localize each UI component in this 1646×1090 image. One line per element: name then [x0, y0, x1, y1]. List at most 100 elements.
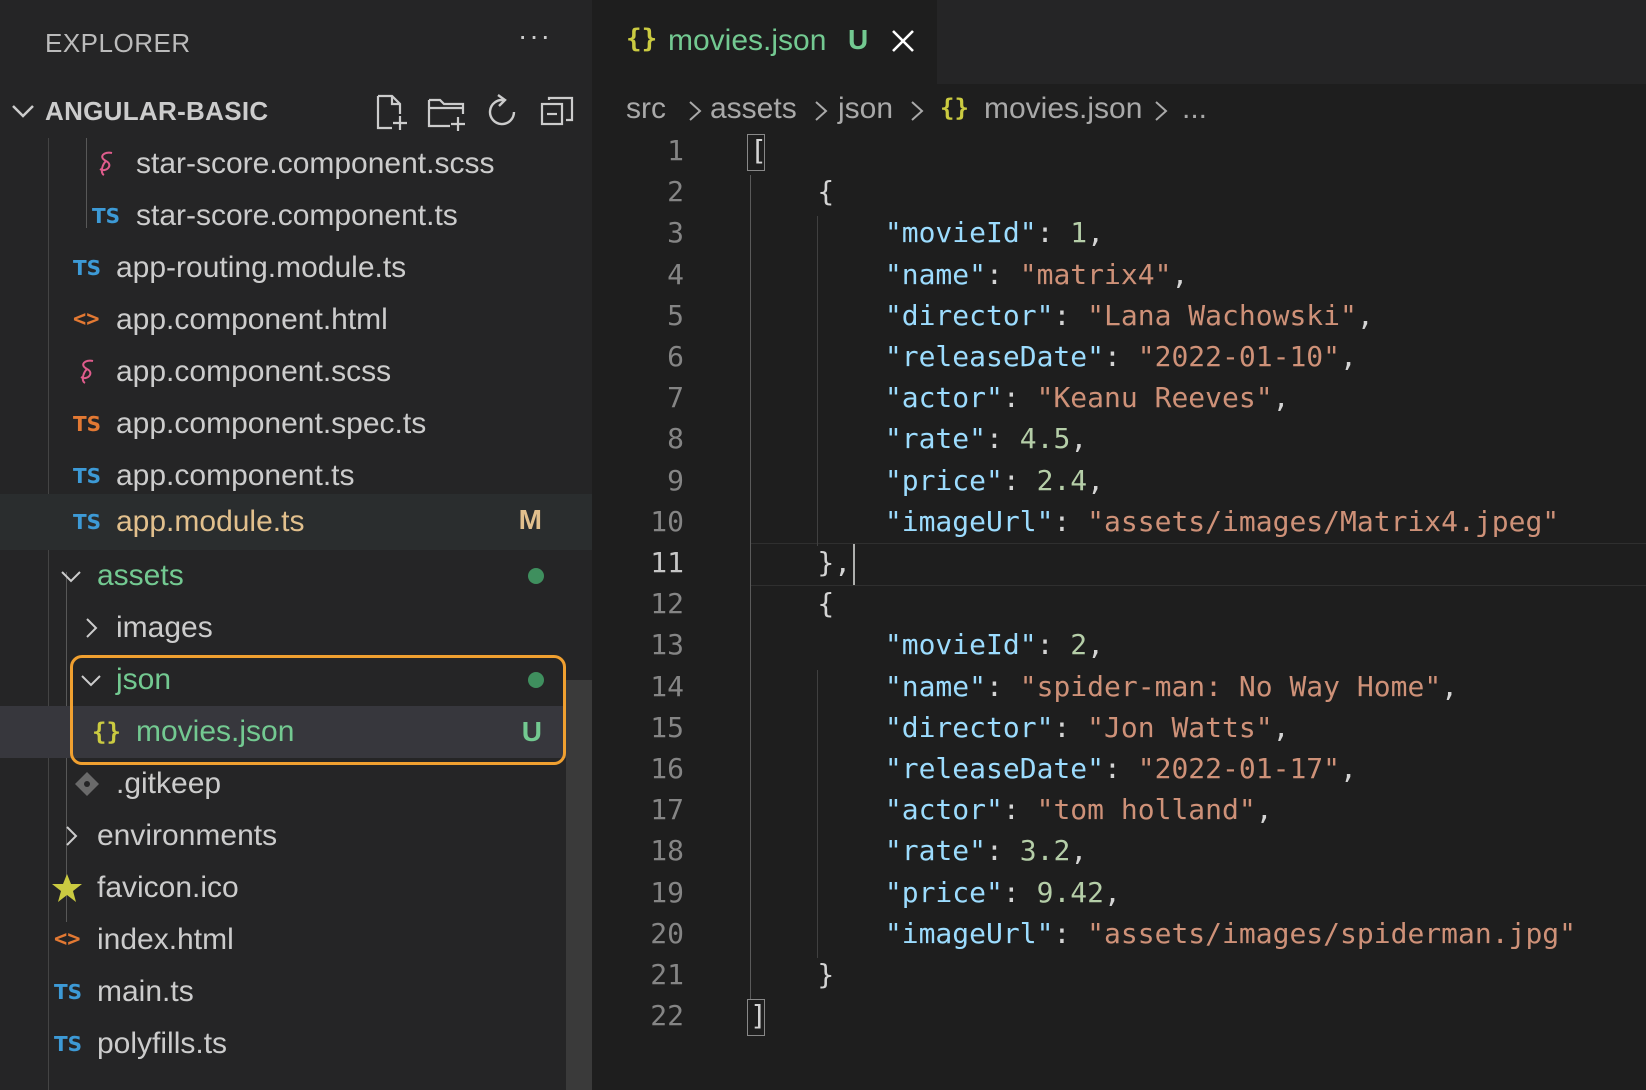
breadcrumb-item[interactable]: ...: [1182, 92, 1207, 126]
json-key: "rate": [884, 834, 987, 868]
tree-item-folder[interactable]: json: [0, 654, 592, 706]
chevron-right-icon: [86, 618, 98, 638]
json-key: "price": [884, 875, 1003, 909]
git-icon: [75, 772, 99, 796]
breadcrumb-item[interactable]: json: [838, 92, 893, 126]
json-key: "imageUrl": [884, 916, 1054, 950]
tab-movies-json[interactable]: {} movies.json U: [592, 0, 937, 84]
sidebar-scrollbar[interactable]: [566, 680, 592, 1090]
code-punctuation: :: [986, 422, 1020, 456]
code-punctuation: ,: [1070, 422, 1088, 456]
tree-item-label: index.html: [97, 923, 234, 956]
close-icon[interactable]: [888, 26, 918, 56]
line-number: 17: [650, 793, 684, 827]
tree-item-label: json: [116, 663, 172, 696]
code-punctuation: :: [1036, 628, 1071, 662]
code-punctuation: ,: [1340, 340, 1357, 373]
json-key: "actor": [884, 381, 1003, 415]
more-actions-button[interactable]: ···: [518, 20, 552, 52]
line-number: 13: [650, 628, 684, 662]
code-line: "name": "matrix4",: [750, 258, 1188, 291]
code-punctuation: :: [1002, 875, 1037, 909]
chevron-right-icon: [1155, 101, 1168, 121]
json-number: 9.42: [1036, 875, 1105, 909]
line-number: 3: [667, 216, 684, 250]
tree-item-label: main.ts: [97, 975, 194, 1008]
new-file-icon[interactable]: [370, 92, 410, 132]
line-number: 9: [667, 463, 684, 497]
code-punctuation: ,: [1340, 752, 1357, 785]
line-number: 21: [650, 958, 684, 991]
ts-icon: TS: [73, 256, 102, 280]
json-number: 2: [1070, 628, 1088, 662]
tree-item-file[interactable]: favicon.ico: [0, 862, 592, 914]
breadcrumb-item[interactable]: movies.json: [984, 92, 1142, 126]
tree-item-file[interactable]: TS polyfills.ts: [0, 1018, 592, 1070]
tree-item-file[interactable]: <> app.component.html: [0, 294, 592, 346]
code-punctuation: },: [750, 546, 852, 579]
chevron-right-icon: [66, 826, 78, 846]
json-string: "tom holland": [1036, 793, 1256, 827]
project-header[interactable]: ANGULAR-BASIC: [0, 84, 592, 138]
tree-item-label: app.component.html: [116, 303, 388, 336]
new-folder-icon[interactable]: [426, 92, 466, 132]
code-editor[interactable]: 1 2 3 4 5 6 7 8 9 10 11 12 13 14 15 16 17 18 19 20 21 22 [ { …: [592, 134, 1646, 1090]
chevron-right-icon: [815, 101, 828, 121]
code-line: "actor": "tom holland",: [750, 793, 1273, 826]
tree-item-folder[interactable]: images: [0, 602, 592, 654]
current-line-highlight: [750, 543, 1646, 587]
code-punctuation: ,: [1441, 669, 1459, 703]
json-key: "actor": [884, 793, 1003, 827]
json-key: "releaseDate": [884, 752, 1105, 785]
tab-label: movies.json: [668, 24, 827, 57]
indent-guide: [817, 669, 819, 958]
tree-item-label: app.component.ts: [116, 459, 355, 492]
code-line: "director": "Lana Wachowski",: [750, 299, 1374, 332]
tree-item-file-selected[interactable]: {} movies.json U: [0, 706, 592, 758]
ts-icon: TS: [73, 412, 102, 436]
ts-icon: TS: [73, 510, 102, 534]
line-number: 20: [650, 916, 684, 950]
tree-item-label: app-routing.module.ts: [116, 251, 407, 284]
html-icon: <>: [54, 927, 81, 952]
tree-item-folder[interactable]: assets: [0, 550, 592, 602]
code-punctuation: }: [750, 958, 835, 991]
ts-icon: TS: [73, 464, 102, 488]
json-icon: {}: [940, 94, 969, 122]
json-string: "assets/images/spiderman.jpg": [1087, 916, 1577, 950]
tree-item-file[interactable]: TS app.component.spec.ts: [0, 398, 592, 450]
tree-item-file[interactable]: star-score.component.scss: [0, 138, 592, 190]
refresh-icon[interactable]: [482, 92, 522, 132]
tree-item-file[interactable]: TS main.ts: [0, 966, 592, 1018]
git-status-dot: [528, 568, 544, 584]
breadcrumb-item[interactable]: assets: [710, 92, 797, 126]
tree-item-file[interactable]: TS star-score.component.ts: [0, 190, 592, 242]
code-line: }: [750, 958, 834, 991]
tree-item-file[interactable]: TS app-routing.module.ts: [0, 242, 592, 294]
chevron-down-icon: [12, 105, 34, 118]
code-punctuation: :: [986, 257, 1020, 291]
bracket-match-box: [747, 999, 765, 1037]
line-number: 15: [650, 710, 684, 744]
git-status-dot: [528, 672, 544, 688]
code-line: {: [750, 175, 834, 208]
json-key: "releaseDate": [884, 340, 1105, 373]
git-untracked-badge: U: [848, 24, 869, 55]
code-line: "movieId": 1,: [750, 216, 1104, 249]
tree-item-label: assets: [97, 559, 184, 592]
tree-item-file[interactable]: app.component.scss: [0, 346, 592, 398]
tree-item-file[interactable]: TS app.module.ts M: [0, 494, 592, 550]
editor-area: {} movies.json U src assets json {} movi…: [592, 0, 1646, 1090]
json-number: 3.2: [1019, 834, 1071, 868]
tree-item-file[interactable]: <> index.html: [0, 914, 592, 966]
json-key: "rate": [884, 422, 987, 456]
tree-item-label: movies.json: [136, 715, 295, 748]
code-line: "director": "Jon Watts",: [750, 711, 1290, 744]
tree-item-file[interactable]: .gitkeep: [0, 758, 592, 810]
line-number: 11: [650, 546, 684, 579]
collapse-all-icon[interactable]: [538, 92, 578, 132]
breadcrumb-item[interactable]: src: [626, 92, 666, 126]
code-punctuation: :: [1053, 298, 1088, 332]
tree-item-folder[interactable]: environments: [0, 810, 592, 862]
json-key: "movieId": [884, 216, 1037, 250]
